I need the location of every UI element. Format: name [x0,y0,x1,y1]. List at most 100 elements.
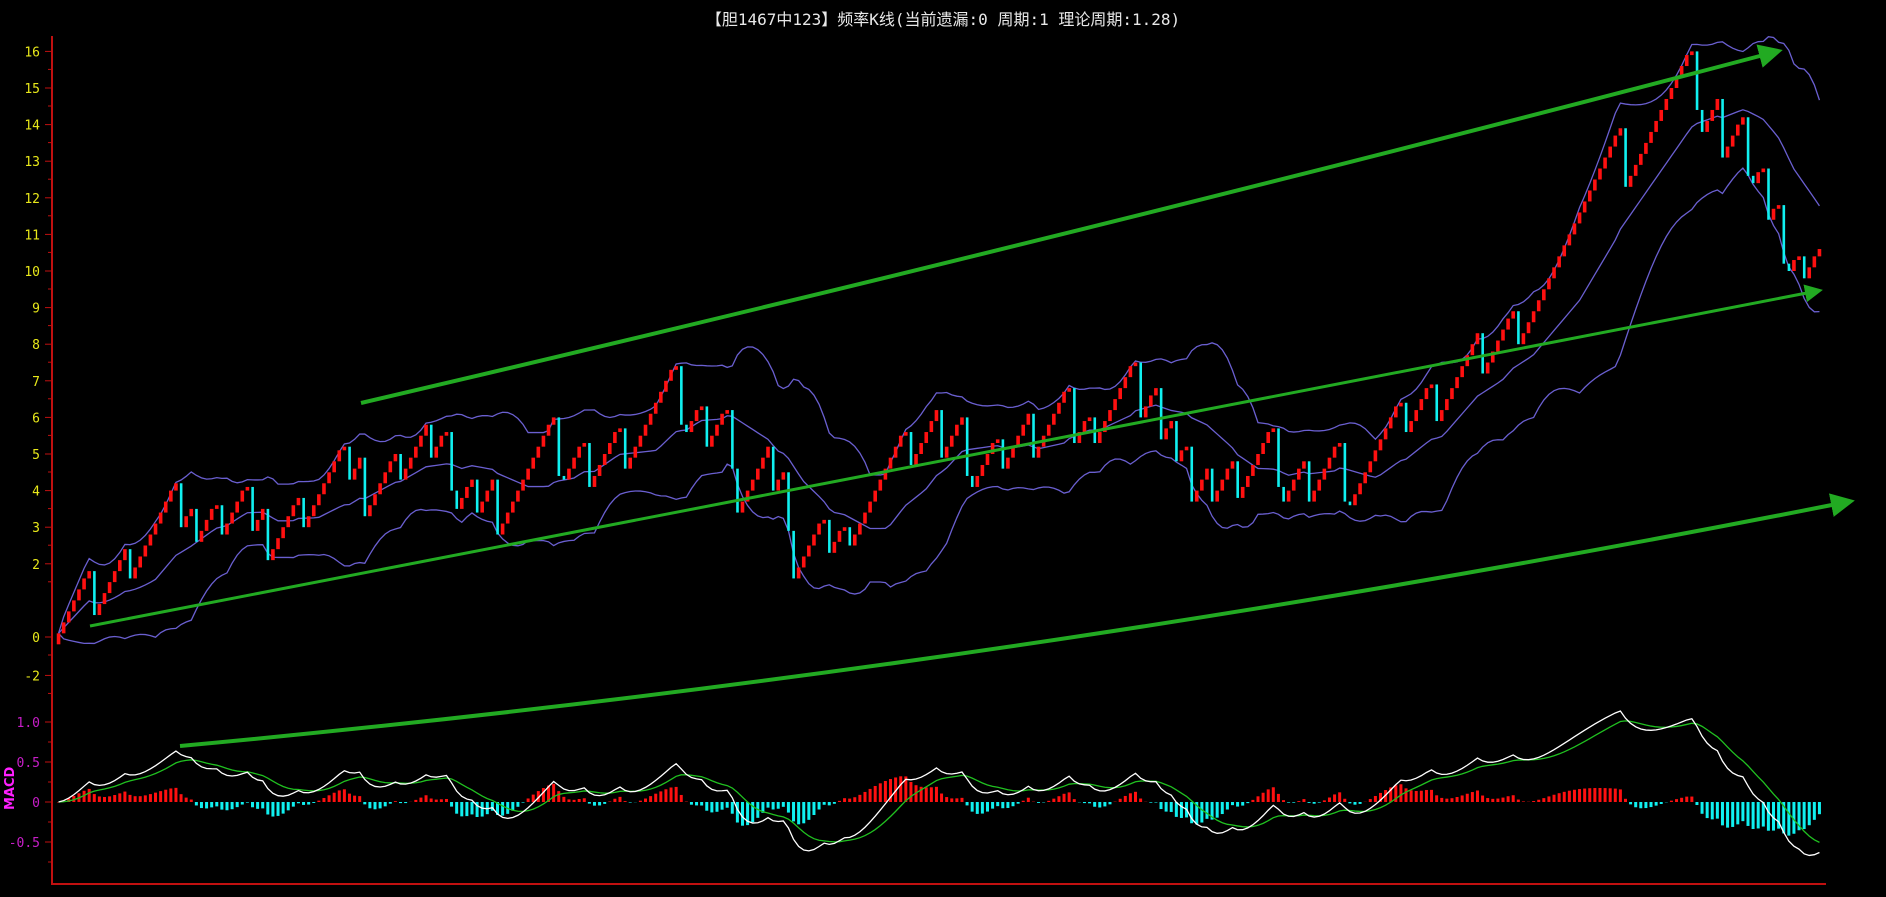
candle-up [1536,300,1541,312]
candle-up [414,446,418,458]
candle-up [505,512,510,524]
price-tick-label: 0 [32,631,40,646]
candle-up [602,454,607,465]
trend-arrow-upper[interactable] [360,44,1783,405]
macd-bar-negative [1236,802,1240,807]
bollinger-upper [57,36,1821,634]
candle-up [184,516,188,528]
macd-bar-negative [1246,802,1250,804]
macd-bar-negative [817,802,821,810]
candle-up [1715,98,1720,110]
candle-down [450,432,453,491]
candle-up [572,457,576,469]
candle-down [1190,446,1194,502]
macd-bar-negative [225,802,229,811]
macd-bar-negative [1736,802,1740,825]
candle-up [230,512,234,524]
macd-bar-negative [587,802,591,804]
price-tick-label: 16 [24,45,40,60]
macd-label: MACD [3,766,18,810]
price-tick-label: 9 [32,302,40,317]
candle-up [1562,245,1567,257]
candle-up [888,457,893,469]
candle-up [949,435,954,447]
candle-up [138,556,143,568]
macd-bar-negative [1766,802,1770,831]
chart-canvas: 16 15 14 13 12 11 10 9 8 7 6 5 4 3 2 0 -2 1.0 0.5 0 -0.5 MAC… [3,36,1855,885]
macd-bar-positive [541,788,545,802]
candle-up [276,538,280,550]
candle-up [1582,201,1587,213]
macd-bar-positive [654,793,658,802]
candle-up [653,402,658,414]
macd-bar-negative [1006,802,1010,808]
candle-up [607,443,612,454]
bollinger-bands [57,36,1821,645]
candle-up [1220,479,1225,491]
macd-bar-negative [516,802,520,807]
macd-bar-positive [1593,788,1597,802]
macd-bar-negative [271,802,275,817]
macd-bar-negative [1307,802,1311,803]
macd-bar-positive [1118,798,1122,802]
macd-bar-positive [1608,788,1612,802]
candle-up [1807,267,1812,279]
macd-bar-positive [1026,797,1030,802]
macd-bar-positive [1680,797,1684,802]
candle-up [1644,142,1648,154]
candle-up [801,556,806,568]
macd-bar-negative [603,802,607,804]
candle-up [822,519,826,524]
candle-down [1236,461,1239,498]
candle-up [439,435,444,447]
macd-bar-positive [557,791,561,802]
macd-bar-positive [1373,795,1377,802]
macd-bar-positive [567,799,571,802]
macd-bar-negative [1154,802,1158,803]
price-tick-label: 12 [24,192,40,207]
candle-up [352,468,357,480]
candle-down [1404,402,1408,433]
macd-bar-positive [1047,800,1051,802]
price-tick-label: 7 [32,375,40,390]
macd-bar-negative [700,802,704,806]
candle-up [1194,490,1199,502]
candle-up [1113,399,1117,411]
candle-up [1006,457,1010,469]
macd-bar-positive [837,800,841,802]
macd-bar-negative [450,802,454,807]
macd-bar-positive [118,793,122,802]
candle-up [536,446,541,458]
candle-down [1802,256,1806,279]
trend-arrow-lower[interactable] [179,493,1855,748]
candle-up [531,457,536,469]
candle-up [1394,406,1398,418]
macd-bar-positive [347,793,351,802]
candle-up [1414,410,1419,422]
candle-down [909,432,913,465]
candle-up [286,516,291,528]
macd-bar-negative [975,802,979,814]
price-tick-label: 2 [32,558,40,573]
macd-bar-positive [669,787,673,802]
candle-up [1690,51,1694,56]
price-tick-label: -2 [24,669,40,684]
candle-up [1664,98,1669,110]
candle-up [1730,135,1735,147]
macd-bar-negative [797,802,801,825]
macd-bar-positive [664,789,668,802]
candle-up [337,450,342,462]
candle-down [1700,109,1704,132]
macd-bar-negative [1292,802,1296,803]
candle-up [1669,88,1674,99]
macd-bar-positive [873,785,877,802]
macd-bar-negative [1220,802,1224,815]
macd-bar-negative [1093,802,1097,807]
macd-bar-negative [786,802,790,813]
macd-bar-negative [470,802,474,815]
candle-down [1746,117,1750,176]
macd-bar-positive [113,795,117,802]
candle-up [1496,340,1500,352]
candle-down [266,508,270,561]
candle-up [1761,168,1766,173]
